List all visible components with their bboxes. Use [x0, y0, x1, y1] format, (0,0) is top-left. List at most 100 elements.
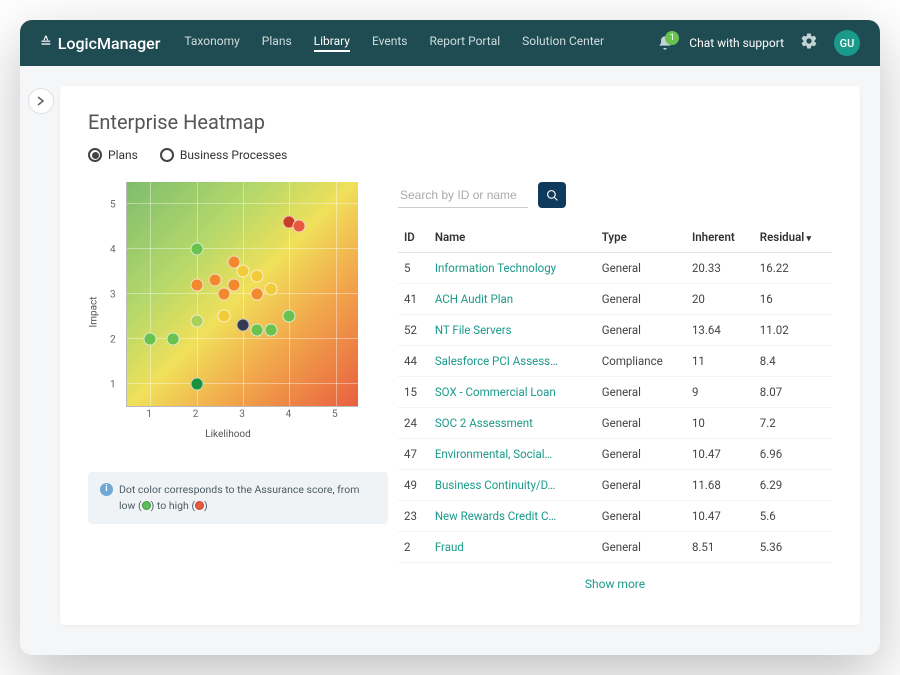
cell-type: General	[596, 470, 686, 501]
col-inherent[interactable]: Inherent	[686, 222, 754, 253]
data-point[interactable]	[167, 332, 180, 345]
logo-icon: ≙	[40, 35, 52, 51]
app-name: LogicManager	[58, 34, 161, 53]
y-tick: 4	[110, 244, 116, 255]
user-avatar[interactable]: GU	[834, 30, 860, 56]
col-name[interactable]: Name	[429, 222, 596, 253]
y-tick: 5	[110, 199, 116, 210]
data-point[interactable]	[264, 323, 277, 336]
sidebar-toggle[interactable]	[28, 88, 54, 114]
cell-inherent: 20	[686, 284, 754, 315]
chart-canvas	[126, 182, 358, 407]
data-point[interactable]	[144, 332, 157, 345]
plans-table: ID Name Type Inherent Residual 5 Informa…	[398, 222, 832, 563]
data-point[interactable]	[237, 319, 250, 332]
cell-name-link[interactable]: New Rewards Credit C…	[429, 501, 596, 532]
cell-residual: 6.29	[754, 470, 832, 501]
data-point[interactable]	[264, 283, 277, 296]
cell-residual: 7.2	[754, 408, 832, 439]
search-icon	[546, 189, 559, 202]
data-point[interactable]	[283, 310, 296, 323]
cell-id: 49	[398, 470, 429, 501]
show-more-link[interactable]: Show more	[398, 563, 832, 595]
data-point[interactable]	[250, 323, 263, 336]
col-type[interactable]: Type	[596, 222, 686, 253]
table-row: 41 ACH Audit Plan General 20 16	[398, 284, 832, 315]
notifications-bell[interactable]: 1	[657, 35, 673, 51]
cell-inherent: 8.51	[686, 532, 754, 563]
x-tick: 5	[332, 409, 338, 420]
cell-id: 52	[398, 315, 429, 346]
cell-name-link[interactable]: SOC 2 Assessment	[429, 408, 596, 439]
data-point[interactable]	[227, 278, 240, 291]
table-row: 52 NT File Servers General 13.64 11.02	[398, 315, 832, 346]
radio-plans[interactable]: Plans	[88, 148, 138, 162]
cell-name-link[interactable]: Environmental, Social…	[429, 439, 596, 470]
table-row: 23 New Rewards Credit C… General 10.47 5…	[398, 501, 832, 532]
heatmap-chart[interactable]: Impact Likelihood 1234512345	[88, 182, 368, 442]
data-point[interactable]	[209, 274, 222, 287]
col-id[interactable]: ID	[398, 222, 429, 253]
search-input[interactable]	[398, 183, 528, 208]
cell-inherent: 9	[686, 377, 754, 408]
cell-name-link[interactable]: NT File Servers	[429, 315, 596, 346]
table-row: 49 Business Continuity/D… General 11.68 …	[398, 470, 832, 501]
y-tick: 2	[110, 334, 116, 345]
cell-residual: 5.6	[754, 501, 832, 532]
legend-text: Dot color corresponds to the Assurance s…	[119, 482, 376, 514]
data-point[interactable]	[218, 310, 231, 323]
table-row: 2 Fraud General 8.51 5.36	[398, 532, 832, 563]
cell-residual: 16.22	[754, 253, 832, 284]
nav-solution-center[interactable]: Solution Center	[522, 34, 604, 52]
table-row: 15 SOX - Commercial Loan General 9 8.07	[398, 377, 832, 408]
cell-inherent: 11.68	[686, 470, 754, 501]
nav-taxonomy[interactable]: Taxonomy	[184, 34, 239, 52]
notif-badge: 1	[665, 31, 679, 45]
cell-name-link[interactable]: ACH Audit Plan	[429, 284, 596, 315]
nav-plans[interactable]: Plans	[262, 34, 292, 52]
cell-inherent: 10.47	[686, 501, 754, 532]
cell-name-link[interactable]: Fraud	[429, 532, 596, 563]
radio-icon	[160, 148, 174, 162]
data-point[interactable]	[292, 220, 305, 233]
nav-events[interactable]: Events	[372, 34, 408, 52]
data-point[interactable]	[190, 314, 203, 327]
cell-id: 23	[398, 501, 429, 532]
table-row: 47 Environmental, Social… General 10.47 …	[398, 439, 832, 470]
table-row: 24 SOC 2 Assessment General 10 7.2	[398, 408, 832, 439]
data-point[interactable]	[190, 278, 203, 291]
settings-button[interactable]	[800, 32, 818, 54]
radio-plans-label: Plans	[108, 148, 138, 162]
cell-type: General	[596, 377, 686, 408]
x-tick: 3	[239, 409, 245, 420]
cell-name-link[interactable]: SOX - Commercial Loan	[429, 377, 596, 408]
cell-type: General	[596, 532, 686, 563]
search-button[interactable]	[538, 182, 566, 208]
cell-name-link[interactable]: Business Continuity/D…	[429, 470, 596, 501]
low-dot-icon	[142, 501, 151, 510]
data-point[interactable]	[250, 269, 263, 282]
info-icon: i	[100, 483, 113, 496]
cell-name-link[interactable]: Salesforce PCI Assess…	[429, 346, 596, 377]
cell-type: General	[596, 439, 686, 470]
chat-support-link[interactable]: Chat with support	[689, 36, 784, 50]
cell-inherent: 20.33	[686, 253, 754, 284]
cell-type: General	[596, 284, 686, 315]
data-point[interactable]	[190, 377, 203, 390]
col-residual[interactable]: Residual	[754, 222, 832, 253]
cell-residual: 8.4	[754, 346, 832, 377]
app-logo[interactable]: ≙ LogicManager	[40, 34, 160, 53]
nav-library[interactable]: Library	[314, 34, 350, 52]
cell-name-link[interactable]: Information Technology	[429, 253, 596, 284]
data-point[interactable]	[250, 287, 263, 300]
cell-type: General	[596, 501, 686, 532]
radio-bp-label: Business Processes	[180, 148, 288, 162]
radio-business-processes[interactable]: Business Processes	[160, 148, 288, 162]
radio-icon	[88, 148, 102, 162]
nav-report-portal[interactable]: Report Portal	[429, 34, 500, 52]
data-point[interactable]	[237, 265, 250, 278]
cell-residual: 16	[754, 284, 832, 315]
view-toggle: Plans Business Processes	[88, 148, 832, 162]
data-point[interactable]	[190, 242, 203, 255]
cell-type: General	[596, 408, 686, 439]
